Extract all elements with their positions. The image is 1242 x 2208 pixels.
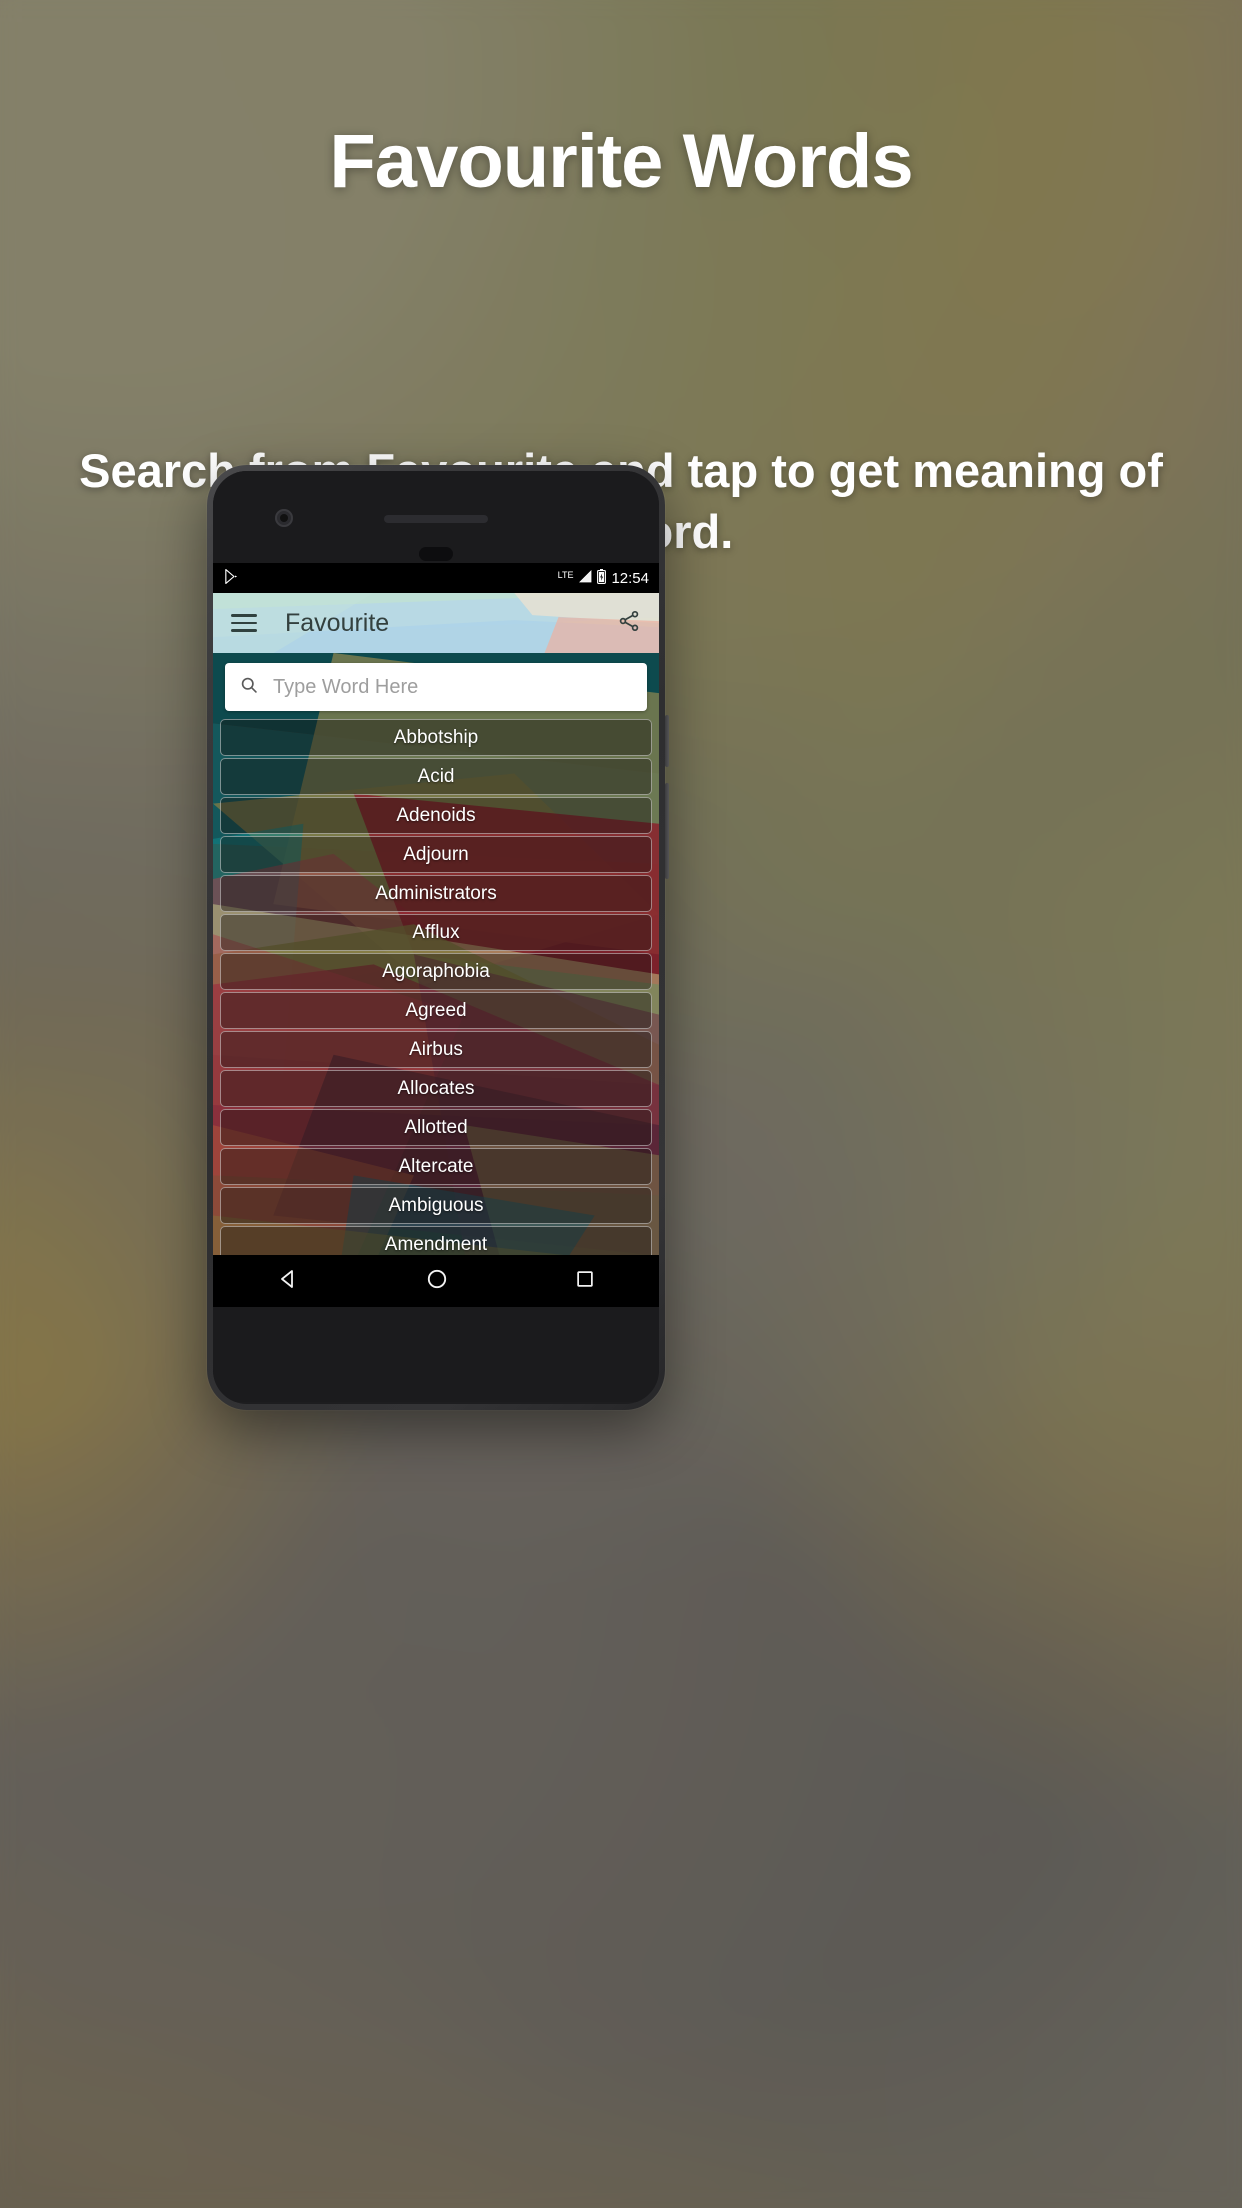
promo-title: Favourite Words (329, 119, 913, 204)
share-icon[interactable] (617, 609, 641, 638)
phone-bottom-bezel (213, 1307, 659, 1402)
lte-label: LTE (557, 569, 574, 580)
status-time: 12:54 (611, 569, 649, 587)
phone-screen: LTE 12:54 Favourite Type Word Here Abbot… (213, 563, 659, 1307)
recents-square-icon[interactable] (574, 1268, 596, 1295)
status-bar: LTE 12:54 (213, 563, 659, 593)
word-list-item[interactable]: Allotted (220, 1109, 652, 1146)
toolbar-title: Favourite (285, 608, 390, 637)
home-circle-icon[interactable] (425, 1267, 449, 1296)
word-list-item[interactable]: Abbotship (220, 719, 652, 756)
word-list-item[interactable]: Allocates (220, 1070, 652, 1107)
search-input[interactable]: Type Word Here (225, 663, 647, 711)
app-toolbar: Favourite (213, 593, 659, 653)
play-store-icon (223, 568, 240, 589)
word-list-item[interactable]: Altercate (220, 1148, 652, 1185)
hamburger-menu-icon[interactable] (231, 614, 257, 632)
search-icon (239, 675, 259, 700)
phone-mockup: LTE 12:54 Favourite Type Word Here Abbot… (207, 465, 669, 1410)
phone-power-button (665, 715, 669, 767)
word-list-item[interactable]: Adjourn (220, 836, 652, 873)
search-placeholder: Type Word Here (273, 675, 419, 698)
word-list-item[interactable]: Acid (220, 758, 652, 795)
battery-icon (597, 568, 607, 588)
back-triangle-icon[interactable] (276, 1267, 300, 1296)
earpiece-speaker (384, 515, 488, 523)
search-container: Type Word Here (213, 653, 659, 711)
phone-volume-button (665, 783, 669, 879)
signal-bars-icon (578, 569, 592, 587)
proximity-sensor (419, 547, 453, 561)
word-list-item[interactable]: Agreed (220, 992, 652, 1029)
word-list-item[interactable]: Airbus (220, 1031, 652, 1068)
word-list-item[interactable]: Administrators (220, 875, 652, 912)
android-navigation-bar (213, 1255, 659, 1307)
phone-top-bezel (213, 471, 659, 563)
word-list-item[interactable]: Agoraphobia (220, 953, 652, 990)
word-list-item[interactable]: Ambiguous (220, 1187, 652, 1224)
favourite-word-list[interactable]: Abbotship Acid Adenoids Adjourn Administrato… (213, 719, 659, 1302)
front-camera-icon (275, 509, 293, 527)
app-content: Type Word Here Abbotship Acid Adenoids Adjo… (213, 653, 659, 1307)
word-list-item[interactable]: Afflux (220, 914, 652, 951)
word-list-item[interactable]: Adenoids (220, 797, 652, 834)
